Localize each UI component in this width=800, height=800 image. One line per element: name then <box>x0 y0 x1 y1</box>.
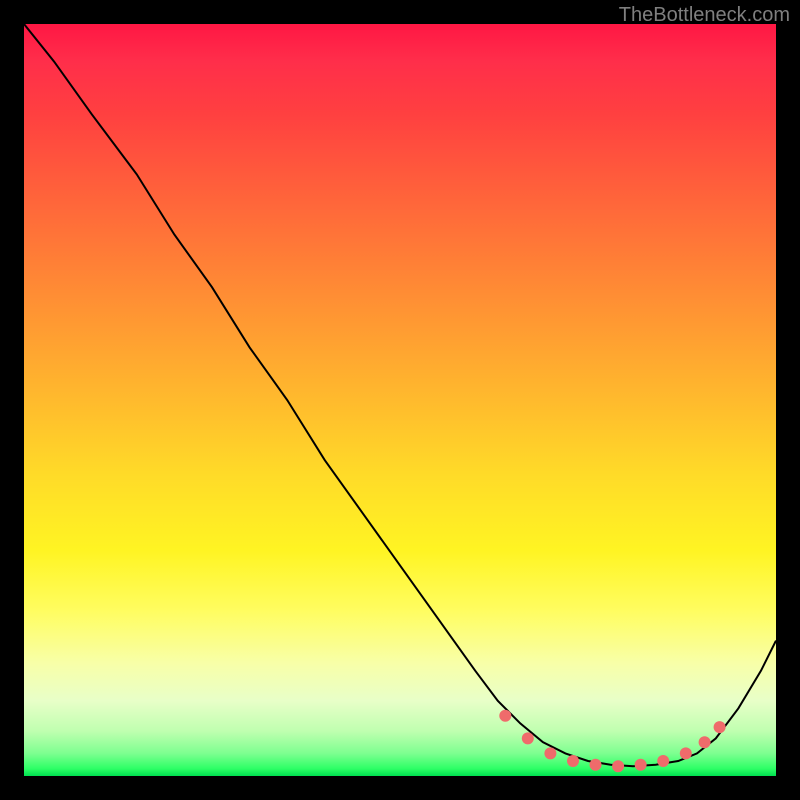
chart-dot <box>635 759 647 771</box>
watermark-text: TheBottleneck.com <box>619 4 790 27</box>
chart-dot <box>680 747 692 759</box>
chart-dot <box>544 747 556 759</box>
chart-dot <box>499 710 511 722</box>
chart-svg <box>24 24 776 776</box>
chart-dot <box>714 721 726 733</box>
chart-dot <box>612 760 624 772</box>
plot-area <box>24 24 776 776</box>
chart-dot <box>657 755 669 767</box>
chart-curve <box>24 24 776 766</box>
chart-dot <box>522 732 534 744</box>
chart-dot <box>590 759 602 771</box>
chart-dot <box>567 755 579 767</box>
chart-dots <box>499 710 725 772</box>
chart-stage: TheBottleneck.com <box>0 0 800 800</box>
chart-dot <box>699 736 711 748</box>
